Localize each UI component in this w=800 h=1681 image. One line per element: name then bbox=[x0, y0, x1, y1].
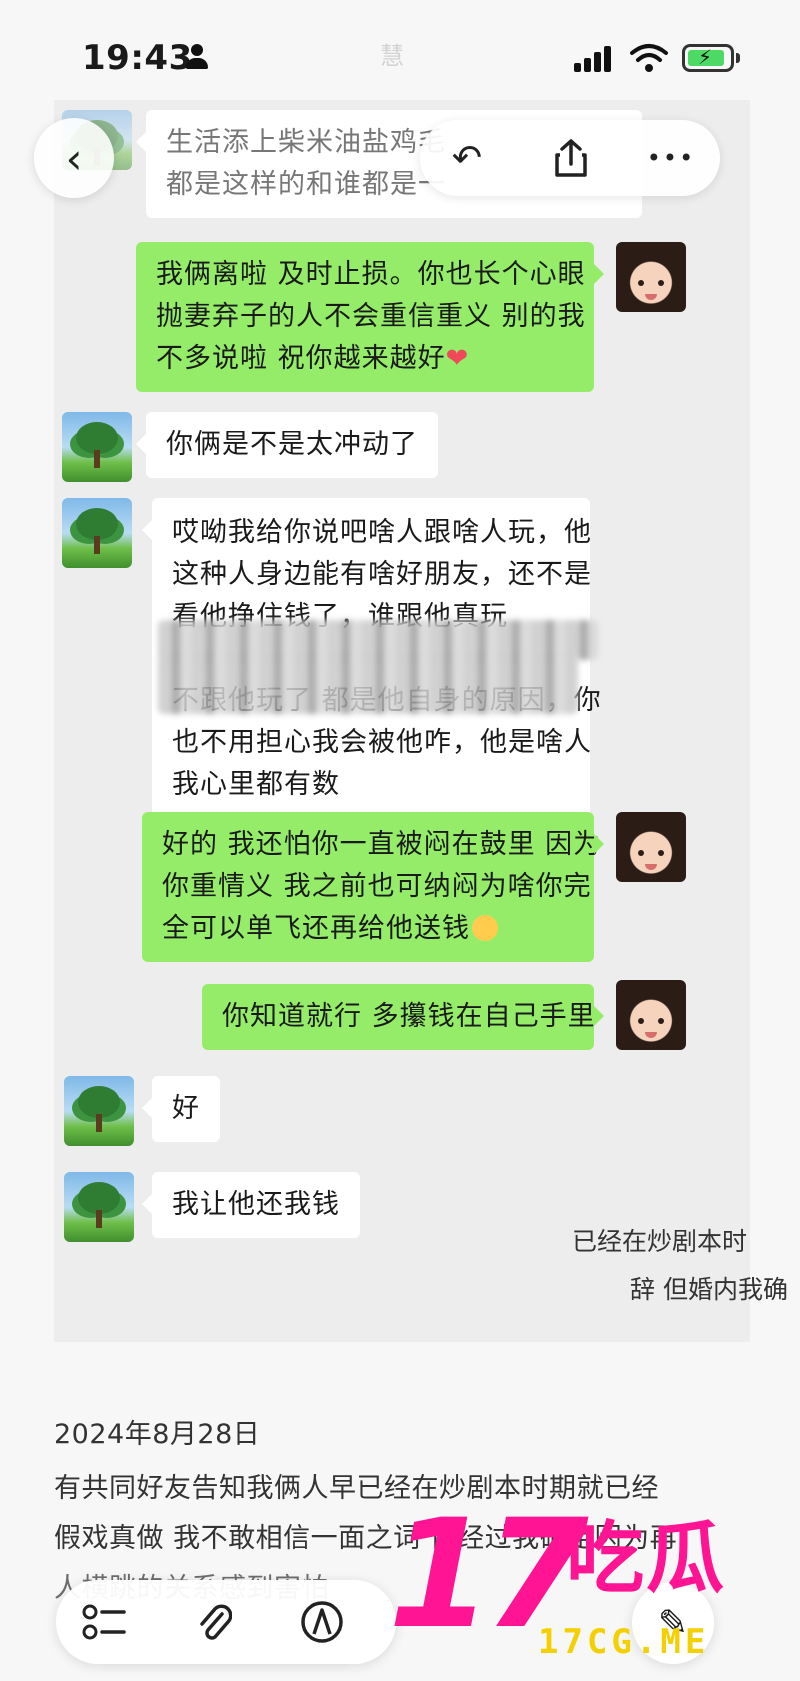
status-time: 19:43 bbox=[82, 38, 193, 78]
more-icon: ••• bbox=[646, 144, 696, 172]
avatar[interactable] bbox=[64, 1076, 134, 1146]
chat-bubble-outgoing[interactable]: 你知道就行 多攥钱在自己手里 bbox=[202, 984, 604, 1050]
share-icon bbox=[555, 139, 587, 177]
chat-bubble-outgoing[interactable]: 好的 我还怕你一直被闷在鼓里 因为 你重情义 我之前也可纳闷为啥你完 全可以单飞… bbox=[142, 812, 604, 962]
watermark-logo: 17 吃瓜 17CG.ME bbox=[388, 1500, 800, 1680]
chat-bubble-incoming[interactable]: 你俩是不是太冲动了 bbox=[136, 412, 438, 478]
redacted-blur bbox=[158, 620, 598, 660]
attach-button[interactable] bbox=[184, 1594, 244, 1650]
top-action-bar: ↶ ••• bbox=[420, 120, 720, 196]
paperclip-icon bbox=[200, 1604, 232, 1640]
message-line: 我俩离啦 及时止损。你也长个心眼 bbox=[156, 259, 586, 290]
message-line: 这种人身边能有啥好朋友，还不是 bbox=[172, 559, 592, 590]
message-line: 你俩是不是太冲动了 bbox=[166, 429, 418, 460]
chat-bubble-outgoing[interactable]: 我俩离啦 及时止损。你也长个心眼 抛妻弃子的人不会重信重义 别的我 不多说啦 祝… bbox=[136, 242, 604, 392]
avatar[interactable] bbox=[616, 812, 686, 882]
message-line: 哎呦我给你说吧啥人跟啥人玩，他 bbox=[172, 517, 592, 548]
share-button[interactable] bbox=[536, 130, 606, 186]
side-note-line: 已经在炒剧本时 bbox=[572, 1227, 748, 1256]
avatar[interactable] bbox=[62, 412, 132, 482]
more-button[interactable]: ••• bbox=[636, 130, 706, 186]
message-line: 你知道就行 多攥钱在自己手里 bbox=[222, 1001, 596, 1032]
message-line: 我让他还我钱 bbox=[172, 1189, 340, 1220]
checklist-icon bbox=[82, 1604, 126, 1640]
chat-bubble-incoming[interactable]: 我让他还我钱 bbox=[142, 1172, 360, 1238]
chat-panel: 生活添上柴米油盐鸡毛 都是这样的和谁都是一 我俩离啦 及时止损。你也长个心眼 抛… bbox=[54, 100, 750, 1342]
heart-emoji-icon: ❤ bbox=[445, 343, 470, 374]
redacted-blur bbox=[158, 656, 578, 714]
message-line: 你重情义 我之前也可纳闷为啥你完 bbox=[162, 871, 592, 902]
undo-button[interactable]: ↶ bbox=[432, 130, 502, 186]
signal-icon bbox=[574, 46, 616, 72]
chevron-left-icon: ‹ bbox=[65, 133, 83, 183]
side-note-line: 辞 但婚内我确 bbox=[630, 1275, 788, 1304]
markup-button[interactable] bbox=[292, 1594, 352, 1650]
back-button[interactable]: ‹ bbox=[34, 118, 114, 198]
message-line: 不多说啦 祝你越来越好❤ bbox=[156, 343, 470, 374]
laughing-crying-emoji-icon bbox=[472, 915, 498, 941]
message-line: 全可以单飞还再给他送钱 bbox=[162, 908, 574, 950]
chat-bubble-incoming[interactable]: 好 bbox=[142, 1076, 220, 1142]
person-icon bbox=[186, 44, 208, 70]
watermark-url: 17CG.ME bbox=[538, 1622, 710, 1662]
side-note: 已经在炒剧本时 辞 但婚内我确 bbox=[572, 1218, 800, 1314]
status-center-text: 慧 bbox=[380, 42, 404, 70]
avatar[interactable] bbox=[616, 242, 686, 312]
note-date: 2024年8月28日 bbox=[54, 1419, 261, 1450]
message-line: 也不用担心我会被他咋，他是啥人 bbox=[172, 727, 592, 758]
message-line: 抛妻弃子的人不会重信重义 别的我 bbox=[156, 301, 586, 332]
wifi-icon bbox=[630, 44, 668, 72]
markup-pen-icon bbox=[301, 1601, 343, 1643]
avatar[interactable] bbox=[616, 980, 686, 1050]
battery-charging-icon: ⚡ bbox=[682, 44, 740, 72]
watermark-chinese: 吃瓜 bbox=[566, 1514, 727, 1604]
avatar[interactable] bbox=[64, 1172, 134, 1242]
message-line: 我心里都有数 bbox=[172, 769, 340, 800]
message-line: 好 bbox=[172, 1093, 200, 1124]
status-bar: 19:43 慧 ⚡ bbox=[0, 0, 800, 110]
message-line: 好的 我还怕你一直被闷在鼓里 因为 bbox=[162, 829, 602, 860]
bottom-toolbar bbox=[56, 1580, 396, 1664]
avatar[interactable] bbox=[62, 498, 132, 568]
undo-icon: ↶ bbox=[451, 137, 483, 179]
checklist-button[interactable] bbox=[74, 1594, 134, 1650]
